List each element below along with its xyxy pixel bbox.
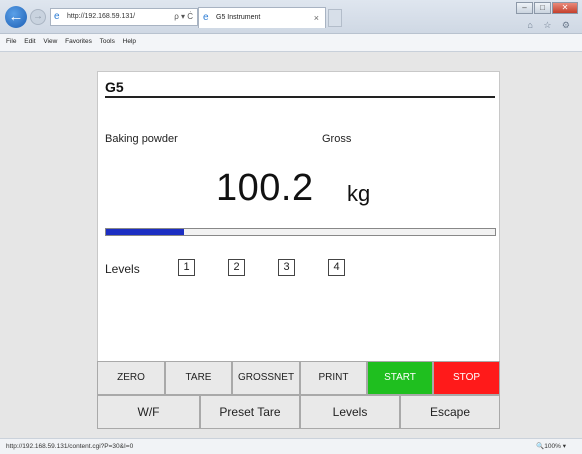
minimize-button[interactable]: –: [516, 2, 533, 14]
tab-title: G5 Instrument: [216, 14, 261, 21]
forward-button[interactable]: →: [30, 9, 46, 25]
wf-button[interactable]: W/F: [97, 395, 200, 429]
level-indicator-3: 3: [278, 259, 295, 276]
address-url: http://192.168.59.131/: [67, 13, 136, 20]
menu-favorites[interactable]: Favorites: [65, 38, 92, 45]
menu-help[interactable]: Help: [123, 38, 136, 45]
page-title: G5: [105, 79, 124, 95]
menu-edit[interactable]: Edit: [24, 38, 35, 45]
levels-label: Levels: [105, 262, 140, 276]
levels-button[interactable]: Levels: [300, 395, 400, 429]
zoom-control[interactable]: 🔍100% ▾: [536, 439, 566, 454]
menu-view[interactable]: View: [43, 38, 57, 45]
status-url: http://192.168.59.131/content.cgi?P=30&I…: [6, 443, 134, 450]
tab-close-icon[interactable]: ×: [314, 8, 319, 28]
fill-progress-bar: [105, 228, 496, 236]
grossnet-button[interactable]: GROSSNET: [232, 361, 300, 395]
title-divider: [105, 96, 495, 98]
tare-button[interactable]: TARE: [165, 361, 232, 395]
back-button[interactable]: ←: [5, 6, 27, 28]
start-button[interactable]: START: [367, 361, 433, 395]
arrow-right-icon: →: [33, 11, 43, 22]
level-indicator-4: 4: [328, 259, 345, 276]
arrow-left-icon: ←: [8, 8, 24, 25]
instrument-panel: G5 Baking powder Gross 100.2 kg Levels 1…: [97, 71, 500, 394]
stop-button[interactable]: STOP: [433, 361, 500, 395]
menu-bar: File Edit View Favorites Tools Help: [0, 34, 582, 52]
print-button[interactable]: PRINT: [300, 361, 367, 395]
search-refresh-icons[interactable]: ρ ▾ Ċ: [174, 9, 193, 25]
status-bar: http://192.168.59.131/content.cgi?P=30&I…: [0, 438, 582, 454]
maximize-button[interactable]: □: [534, 2, 551, 14]
new-tab-button[interactable]: [328, 9, 342, 27]
zero-button[interactable]: ZERO: [97, 361, 165, 395]
page-viewport: G5 Baking powder Gross 100.2 kg Levels 1…: [0, 52, 582, 438]
window-controls: – □ ✕: [515, 2, 578, 16]
escape-button[interactable]: Escape: [400, 395, 500, 429]
tab-g5-instrument[interactable]: e G5 Instrument ×: [198, 7, 326, 28]
address-bar[interactable]: e http://192.168.59.131/ ρ ▾ Ċ: [50, 8, 198, 26]
weight-unit: kg: [347, 181, 371, 206]
level-indicator-2: 2: [228, 259, 245, 276]
preset-tare-button[interactable]: Preset Tare: [200, 395, 300, 429]
browser-titlebar: ← → e http://192.168.59.131/ ρ ▾ Ċ e G5 …: [0, 0, 582, 34]
level-indicator-1: 1: [178, 259, 195, 276]
product-name: Baking powder: [105, 133, 178, 145]
ie-page-icon: e: [54, 11, 60, 22]
home-favorites-settings-icons[interactable]: ⌂ ☆ ⚙: [527, 20, 574, 31]
fill-progress-indicator: [106, 229, 184, 235]
close-window-button[interactable]: ✕: [552, 2, 578, 14]
function-button-row: ZERO TARE GROSSNET PRINT START STOP: [97, 361, 500, 395]
weigh-mode: Gross: [322, 133, 352, 145]
menu-button-row: W/F Preset Tare Levels Escape: [97, 395, 500, 429]
ie-tab-icon: e: [203, 12, 209, 23]
menu-file[interactable]: File: [6, 38, 16, 45]
menu-tools[interactable]: Tools: [100, 38, 115, 45]
weight-value: 100.2: [216, 167, 314, 209]
